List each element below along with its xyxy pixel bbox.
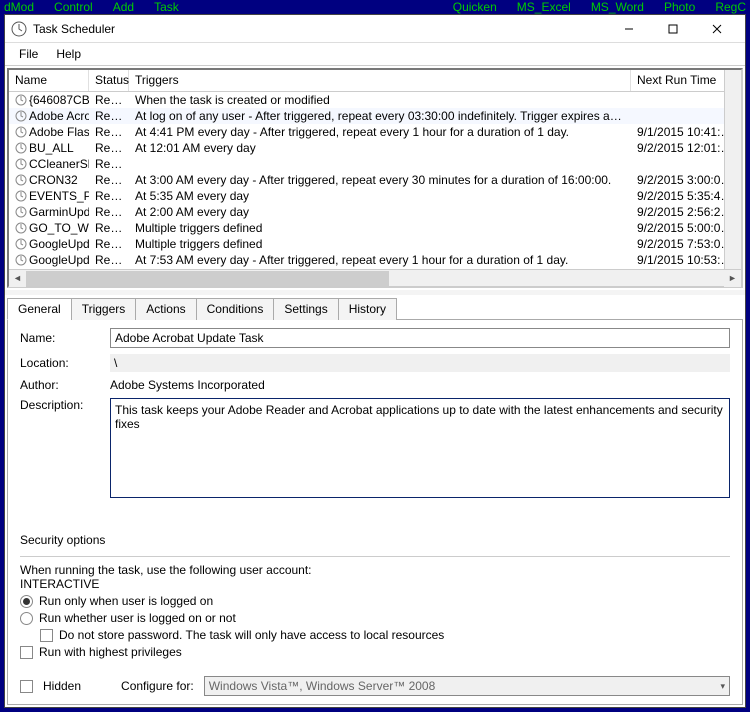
task-row[interactable]: GarminUpda...ReadyAt 2:00 AM every day9/… — [9, 204, 741, 220]
task-row[interactable]: CRON32ReadyAt 3:00 AM every day - After … — [9, 172, 741, 188]
chevron-down-icon: ▾ — [720, 681, 725, 692]
location-value: \ — [110, 354, 730, 372]
name-field[interactable]: Adobe Acrobat Update Task — [110, 328, 730, 348]
task-row[interactable]: BU_ALLReadyAt 12:01 AM every day9/2/2015… — [9, 140, 741, 156]
radio-logged-on[interactable] — [20, 595, 33, 608]
tab-history[interactable]: History — [338, 298, 397, 320]
col-name[interactable]: Name — [9, 70, 89, 91]
scroll-thumb[interactable] — [26, 271, 389, 286]
close-button[interactable] — [695, 15, 739, 43]
background-taskbar: dModControlAddTask QuickenMS_ExcelMS_Wor… — [0, 0, 750, 14]
configure-for-label: Configure for: — [121, 679, 194, 693]
tabstrip: General Triggers Actions Conditions Sett… — [7, 298, 743, 320]
location-label: Location: — [20, 356, 100, 370]
radio-logged-on-label: Run only when user is logged on — [39, 594, 213, 608]
description-field[interactable] — [110, 398, 730, 498]
vertical-scrollbar[interactable] — [724, 70, 741, 269]
author-value: Adobe Systems Incorporated — [110, 378, 265, 392]
tab-settings[interactable]: Settings — [273, 298, 338, 320]
tab-general[interactable]: General — [7, 298, 72, 320]
run-as-account: INTERACTIVE — [20, 577, 730, 591]
menu-file[interactable]: File — [11, 45, 46, 63]
scroll-left-button[interactable]: ◄ — [9, 270, 26, 287]
security-options-header: Security options — [20, 533, 730, 547]
task-row[interactable]: EVENTS_PASTReadyAt 5:35 AM every day9/2/… — [9, 188, 741, 204]
horizontal-scrollbar[interactable]: ◄ ► — [9, 269, 741, 286]
col-triggers[interactable]: Triggers — [129, 70, 631, 91]
task-row[interactable]: GoogleUpda...ReadyMultiple triggers defi… — [9, 236, 741, 252]
minimize-button[interactable] — [607, 15, 651, 43]
grid-body: {646087CB-4...ReadyWhen the task is crea… — [9, 92, 741, 269]
run-as-label: When running the task, use the following… — [20, 563, 730, 577]
menu-help[interactable]: Help — [48, 45, 89, 63]
task-row[interactable]: GoogleUpda...ReadyAt 7:53 AM every day -… — [9, 252, 741, 268]
checkbox-hidden[interactable] — [20, 680, 33, 693]
task-row[interactable]: Adobe Acro...ReadyAt log on of any user … — [9, 108, 741, 124]
checkbox-highest-privileges-label: Run with highest privileges — [39, 645, 182, 659]
titlebar[interactable]: Task Scheduler — [5, 15, 745, 43]
radio-logged-on-or-not-label: Run whether user is logged on or not — [39, 611, 236, 625]
task-grid: Name Status Triggers Next Run Time {6460… — [7, 68, 743, 288]
description-label: Description: — [20, 398, 100, 412]
configure-for-combo[interactable]: Windows Vista™, Windows Server™ 2008 ▾ — [204, 676, 730, 696]
tab-conditions[interactable]: Conditions — [196, 298, 275, 320]
task-scheduler-window: Task Scheduler File Help Name Status Tri… — [4, 14, 746, 708]
scroll-right-button[interactable]: ► — [724, 270, 741, 287]
col-status[interactable]: Status — [89, 70, 129, 91]
name-label: Name: — [20, 331, 100, 345]
author-label: Author: — [20, 378, 100, 392]
app-icon — [11, 21, 27, 37]
checkbox-highest-privileges[interactable] — [20, 646, 33, 659]
checkbox-hidden-label: Hidden — [43, 679, 81, 693]
splitter[interactable] — [5, 290, 745, 295]
tab-panel-general: Name: Adobe Acrobat Update Task Location… — [7, 319, 743, 705]
menubar: File Help — [5, 43, 745, 65]
task-row[interactable]: GO_TO_WORKReadyMultiple triggers defined… — [9, 220, 741, 236]
grid-header: Name Status Triggers Next Run Time — [9, 70, 741, 92]
task-row[interactable]: McAfee Re...ReadyWhen the task is create… — [9, 268, 741, 269]
task-row[interactable]: {646087CB-4...ReadyWhen the task is crea… — [9, 92, 741, 108]
checkbox-no-password[interactable] — [40, 629, 53, 642]
task-row[interactable]: CCleanerSki...Ready — [9, 156, 741, 172]
checkbox-no-password-label: Do not store password. The task will onl… — [59, 628, 444, 642]
radio-logged-on-or-not[interactable] — [20, 612, 33, 625]
maximize-button[interactable] — [651, 15, 695, 43]
configure-for-value: Windows Vista™, Windows Server™ 2008 — [209, 679, 436, 693]
task-row[interactable]: Adobe Flash...ReadyAt 4:41 PM every day … — [9, 124, 741, 140]
window-title: Task Scheduler — [33, 22, 607, 36]
tab-triggers[interactable]: Triggers — [71, 298, 137, 320]
tab-actions[interactable]: Actions — [135, 298, 196, 320]
